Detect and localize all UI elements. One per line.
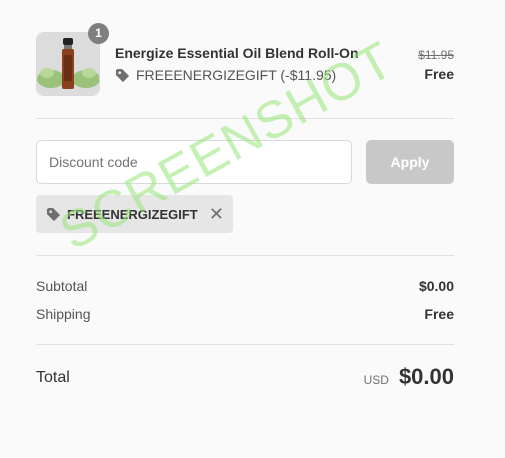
original-price: $11.95 xyxy=(418,48,454,62)
tag-icon xyxy=(115,68,130,82)
subtotal-value: $0.00 xyxy=(418,278,454,294)
discount-code-input[interactable] xyxy=(36,140,352,184)
roll-on-bottle-icon xyxy=(37,33,99,95)
divider xyxy=(36,344,454,345)
divider xyxy=(36,255,454,256)
total-value-group: USD $0.00 xyxy=(364,364,454,390)
subtotal-label: Subtotal xyxy=(36,278,88,294)
divider xyxy=(36,118,454,119)
shipping-label: Shipping xyxy=(36,306,91,322)
applied-discount-chip: FREEENERGIZEGIFT ✕ xyxy=(36,195,233,233)
currency-code: USD xyxy=(363,373,389,387)
product-thumbnail: 1 xyxy=(36,23,109,96)
shipping-value: Free xyxy=(424,306,454,322)
quantity-badge: 1 xyxy=(88,23,109,44)
final-price: Free xyxy=(424,66,454,82)
total-value: $0.00 xyxy=(398,364,454,389)
product-name: Energize Essential Oil Blend Roll-On xyxy=(115,45,359,61)
close-icon[interactable]: ✕ xyxy=(209,205,224,223)
apply-button[interactable]: Apply xyxy=(366,140,454,184)
total-label: Total xyxy=(36,369,70,386)
tag-icon xyxy=(46,207,61,221)
product-discount-text: FREEENERGIZEGIFT (-$11.95) xyxy=(136,67,337,83)
product-discount: FREEENERGIZEGIFT (-$11.95) xyxy=(115,67,336,83)
applied-discount-code: FREEENERGIZEGIFT xyxy=(67,206,198,222)
line-item: 1 Energize Essential Oil Blend Roll-On F… xyxy=(36,23,454,96)
